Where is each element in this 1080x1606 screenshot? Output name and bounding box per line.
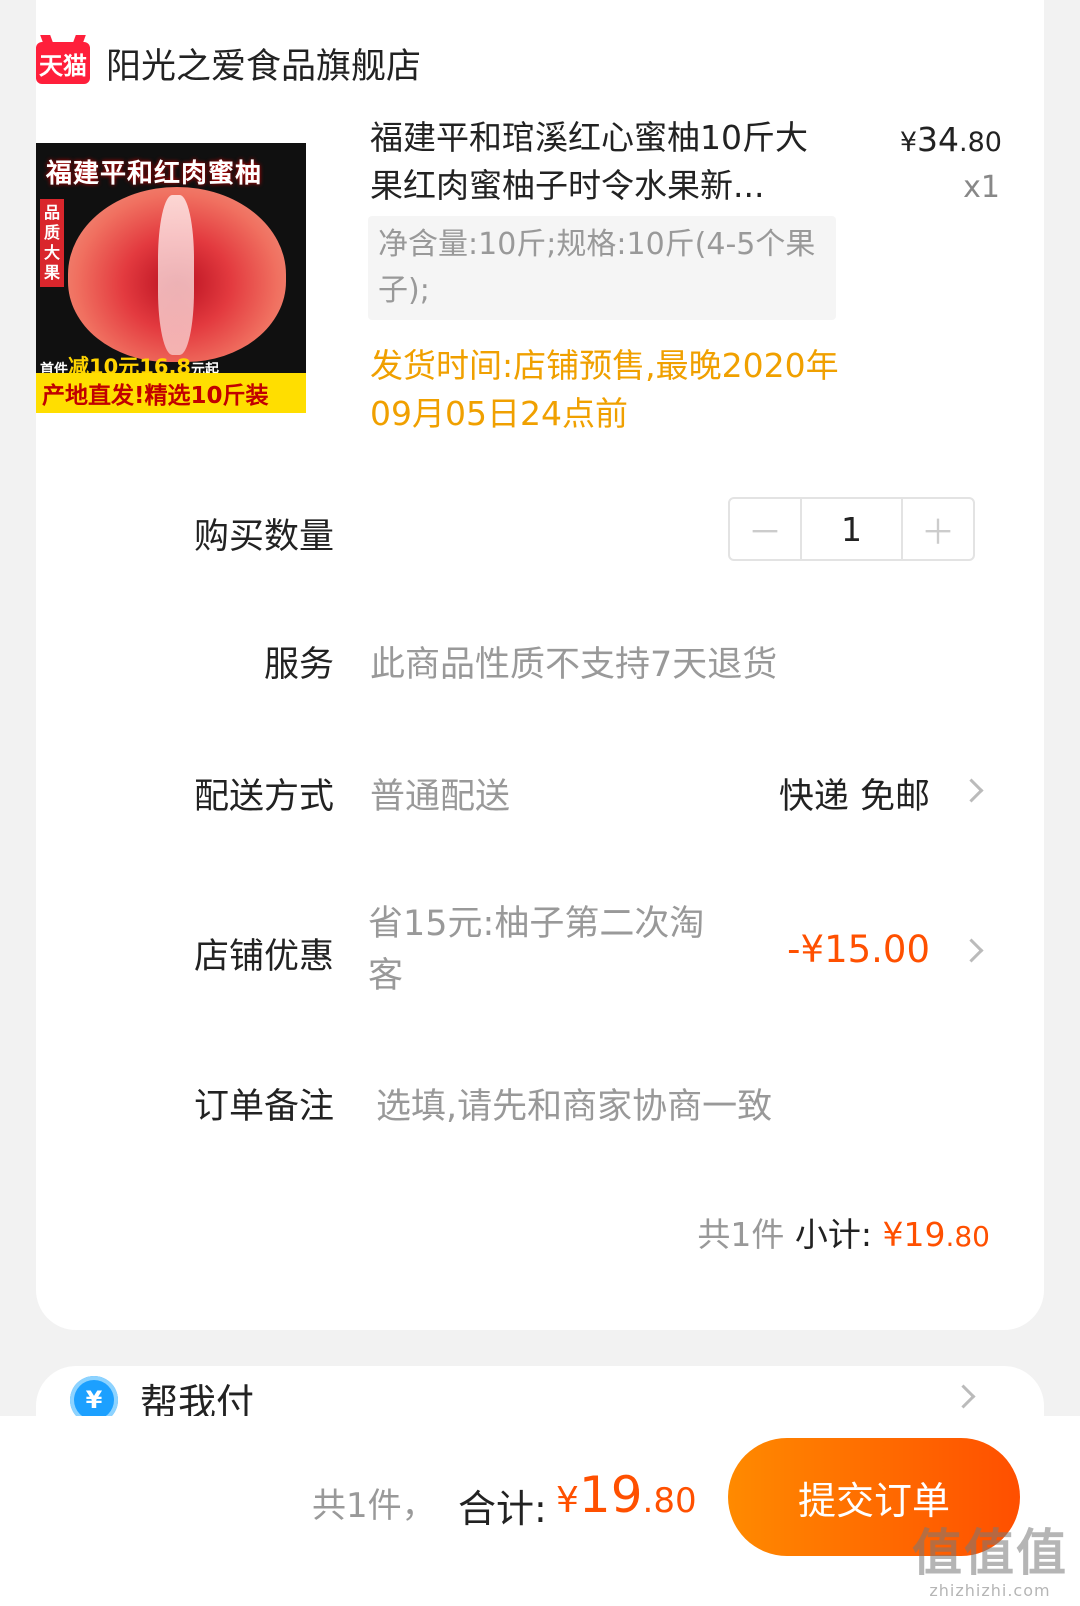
quantity-stepper[interactable]: － 1 ＋ bbox=[728, 497, 975, 561]
product-image[interactable]: 福建平和红肉蜜柚 品质大果 首件减10元16.8元起 产地直发!精选10斤装 bbox=[36, 143, 306, 413]
product-image-side-label: 品质大果 bbox=[40, 199, 64, 287]
shipping-value: 普通配送 bbox=[370, 777, 511, 817]
note-label: 订单备注 bbox=[193, 1087, 334, 1127]
total-int: 19 bbox=[578, 1466, 643, 1524]
subtotal-int: 19 bbox=[903, 1215, 946, 1254]
price-int: 34 bbox=[917, 120, 960, 159]
quantity-value[interactable]: 1 bbox=[800, 499, 903, 559]
shipping-label: 配送方式 bbox=[193, 777, 334, 817]
shipping-detail[interactable]: 快递 免邮 bbox=[779, 768, 930, 819]
footer-count: 共1件， bbox=[312, 1486, 436, 1526]
product-image-banner: 产地直发!精选10斤装 bbox=[36, 373, 306, 413]
ship-time: 发货时间:店铺预售,最晚2020年09月05日24点前 bbox=[370, 346, 839, 433]
store-header[interactable]: 天猫 阳光之爱食品旗舰店 bbox=[36, 38, 421, 88]
subtotal-currency: ¥ bbox=[882, 1215, 904, 1254]
discount-amount[interactable]: -¥15.00 bbox=[787, 928, 930, 971]
pomelo-image bbox=[68, 187, 286, 362]
note-input[interactable]: 选填,请先和商家协商一致 bbox=[376, 1078, 772, 1129]
subtotal: 共1件 小计: ¥19.80 bbox=[697, 1208, 990, 1256]
subtotal-label: 小计: bbox=[794, 1215, 872, 1254]
watermark-url: zhizhizhi.com bbox=[929, 1581, 1051, 1600]
footer-total: ¥19.80 bbox=[556, 1466, 697, 1524]
store-name[interactable]: 阳光之爱食品旗舰店 bbox=[106, 38, 421, 89]
product-quantity: x1 bbox=[963, 170, 1000, 205]
tmall-logo: 天猫 bbox=[36, 42, 90, 84]
quantity-label: 购买数量 bbox=[193, 517, 334, 557]
total-currency: ¥ bbox=[556, 1480, 579, 1521]
footer-total-label: 合计: bbox=[458, 1487, 547, 1531]
watermark-logo: 值值值 bbox=[912, 1524, 1068, 1582]
total-decimal: .80 bbox=[642, 1481, 697, 1521]
subtotal-count: 共1件 bbox=[697, 1215, 785, 1254]
decrement-button[interactable]: － bbox=[730, 499, 800, 559]
service-value: 此商品性质不支持7天退货 bbox=[370, 645, 778, 685]
product-spec: 净含量:10斤;规格:10斤(4-5个果子); bbox=[368, 216, 836, 320]
product-title[interactable]: 福建平和琯溪红心蜜柚10斤大果红肉蜜柚子时令水果新... bbox=[370, 114, 840, 210]
price-currency: ¥ bbox=[899, 127, 918, 158]
watermark: 值值值 zhizhizhi.com bbox=[912, 1525, 1068, 1600]
price-decimal: .80 bbox=[959, 127, 1002, 158]
subtotal-decimal: .80 bbox=[945, 1220, 990, 1253]
service-label: 服务 bbox=[263, 645, 334, 685]
product-price: ¥34.80 bbox=[900, 120, 1002, 159]
checkout-footer: 共1件， 合计: ¥19.80 提交订单 值值值 zhizhizhi.com bbox=[0, 1416, 1080, 1606]
discount-desc: 省15元:柚子第二次淘客 bbox=[368, 904, 705, 996]
discount-label: 店铺优惠 bbox=[193, 937, 334, 977]
product-image-title: 福建平和红肉蜜柚 bbox=[46, 159, 263, 189]
increment-button[interactable]: ＋ bbox=[903, 499, 973, 559]
